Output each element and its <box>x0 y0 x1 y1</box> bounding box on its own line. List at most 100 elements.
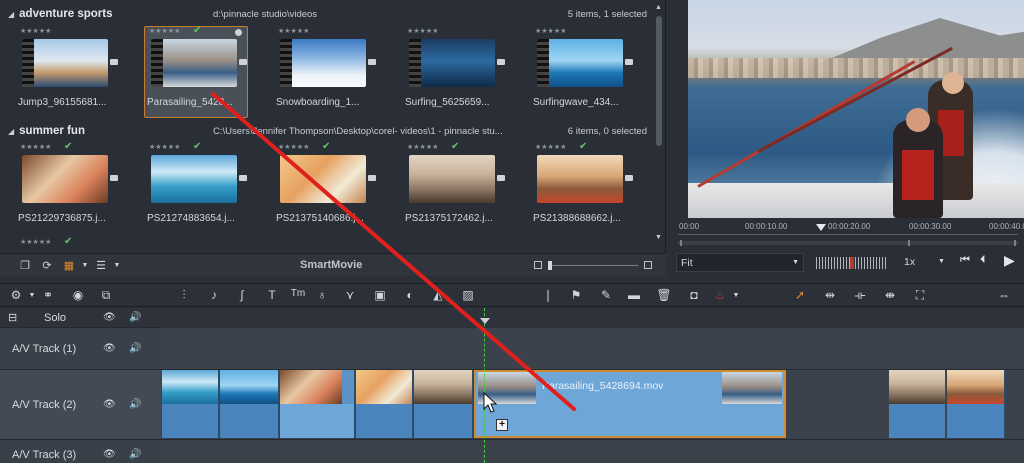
rating-stars[interactable]: ★★★★★ <box>20 143 51 151</box>
timeline-clip[interactable] <box>356 370 413 438</box>
scroll-down-icon[interactable]: ▼ <box>655 234 662 241</box>
color-icon[interactable]: ◐ <box>402 288 418 302</box>
speaker-icon[interactable]: 🔊 <box>129 399 141 410</box>
list-view-icon[interactable]: ☰ <box>90 255 112 275</box>
collapse-triangle-icon[interactable]: ◢ <box>8 127 14 136</box>
timeline-clip[interactable] <box>162 370 219 438</box>
library-clip[interactable]: ★★★★★ ✔ PS21274883654.j... <box>145 141 249 238</box>
trash-icon[interactable]: 🗑 <box>656 288 672 302</box>
timeline-clip[interactable] <box>220 370 279 438</box>
track-header-av1[interactable]: A/V Track (1) 👁 🔊 <box>0 328 161 370</box>
speaker-icon[interactable]: 🔊 <box>129 449 141 460</box>
library-clip[interactable]: ★★★★★ Snowboarding_1... <box>274 27 378 122</box>
clip-effects-icon[interactable]: ▣ <box>372 288 388 302</box>
flag-icon[interactable]: ⚑ <box>568 288 584 302</box>
timeline-clip[interactable] <box>947 370 1005 438</box>
marker-icon[interactable]: ❘ <box>540 288 556 302</box>
slider-track[interactable] <box>548 265 638 266</box>
eye-icon[interactable]: 👁 <box>103 312 116 323</box>
playhead-handle-icon[interactable] <box>480 318 490 324</box>
playback-speed[interactable]: 1x <box>904 256 915 268</box>
chevron-down-icon[interactable]: ▼ <box>80 255 90 275</box>
audio-levels-icon[interactable]: ⫶ <box>176 288 192 303</box>
thumbnail-size-slider[interactable] <box>534 260 654 270</box>
library-clip[interactable]: ★★★★★ Surfingwave_434... <box>531 27 635 122</box>
timeline-ruler[interactable] <box>161 308 1024 328</box>
step-back-icon[interactable]: ⏴ <box>980 254 986 267</box>
info-icon[interactable] <box>235 29 242 36</box>
score-icon[interactable]: ∫ <box>234 288 250 302</box>
scrollbar-thumb[interactable] <box>656 16 662 146</box>
jog-shuttle[interactable] <box>816 257 888 269</box>
play-icon[interactable]: ▶ <box>1004 252 1015 269</box>
title-icon[interactable]: T <box>264 288 280 302</box>
camera-icon[interactable]: ◘ <box>686 288 702 302</box>
edit-icon[interactable]: ✎ <box>598 288 614 302</box>
rating-stars[interactable]: ★★★★★ <box>535 143 566 151</box>
library-clip-selected[interactable]: ★★★★★ ✔ Parasailing_5428... <box>144 25 248 118</box>
settings-icon[interactable]: ⚙ <box>8 288 24 302</box>
split-icon[interactable]: ⋎ <box>342 288 358 302</box>
rating-stars[interactable]: ★★★★★ <box>407 143 438 151</box>
bin-header-summer-fun[interactable]: ◢ summer fun C:\Users\Jennifer Thompson\… <box>8 122 651 140</box>
link-icon[interactable]: ⚭ <box>40 288 56 302</box>
rating-stars[interactable]: ★★★★★ <box>407 27 438 35</box>
storyboard-icon[interactable]: ⧉ <box>98 288 114 303</box>
rating-stars[interactable]: ★★★★★ <box>278 143 309 151</box>
fullscreen-icon[interactable]: ⛶ <box>912 288 928 303</box>
library-clip[interactable]: ★★★★★ ✔ PS21229736875.j... <box>16 141 120 238</box>
library-clip[interactable]: ★★★★★ Jump3_96155681... <box>16 27 120 122</box>
trim-icon[interactable]: ⇹ <box>822 288 838 302</box>
track-header-av3[interactable]: A/V Track (3) 👁 🔊 <box>0 440 161 463</box>
sync-icon[interactable]: ⟳ <box>36 255 58 275</box>
record-icon[interactable]: ♨ <box>712 288 728 302</box>
pan-zoom-icon[interactable]: ◭ <box>430 288 446 302</box>
track-lane-av3[interactable] <box>161 440 1024 463</box>
rating-stars[interactable]: ★★★★★ <box>278 27 309 35</box>
grid-view-icon[interactable]: ▦ <box>58 255 80 275</box>
mark-in-icon[interactable] <box>680 240 682 246</box>
rating-stars[interactable]: ★★★★★ <box>149 143 180 151</box>
library-clip[interactable]: ★★★★★ ✔ PS21375172462.j... <box>403 141 507 238</box>
bin-header-adventure-sports[interactable]: ◢ adventure sports d:\pinnacle studio\vi… <box>8 5 651 23</box>
scroll-up-icon[interactable]: ▲ <box>655 4 662 11</box>
marker-icon[interactable] <box>908 240 910 246</box>
slip-icon[interactable]: ⇼ <box>882 288 898 302</box>
timeline-playhead[interactable] <box>484 308 486 463</box>
rating-stars[interactable]: ★★★★★ <box>149 27 180 35</box>
rating-stars[interactable]: ★★★★★ <box>20 238 51 246</box>
disc-icon[interactable]: ◉ <box>70 288 86 302</box>
library-clip[interactable]: ★★★★★ ✔ PS21375140686.j... <box>274 141 378 238</box>
timeline-clip-parasailing[interactable]: Parasailing_5428694.mov <box>474 370 786 438</box>
library-scrollbar[interactable]: ▲ ▼ <box>655 4 663 244</box>
eye-icon[interactable]: 👁 <box>103 449 116 460</box>
rating-stars[interactable]: ★★★★★ <box>535 27 566 35</box>
image-icon[interactable]: ▨ <box>460 288 476 302</box>
zoom-timeline-icon[interactable]: ⇔ <box>996 288 1012 302</box>
slider-knob[interactable] <box>548 261 552 270</box>
eye-icon[interactable]: 👁 <box>103 343 116 354</box>
scrubber-icon[interactable] <box>816 224 826 231</box>
library-clip[interactable]: ★★★★★ ✔ PS21388688662.j... <box>531 141 635 238</box>
track-lane-av1[interactable] <box>161 328 1024 370</box>
speaker-icon[interactable]: 🔊 <box>129 312 141 323</box>
track-header-solo[interactable]: ⊟ Solo 👁 🔊 <box>0 308 161 328</box>
voiceover-icon[interactable]: ♁ <box>314 288 330 302</box>
chevron-down-icon[interactable]: ▼ <box>24 292 40 299</box>
collapse-triangle-icon[interactable]: ◢ <box>8 10 14 19</box>
music-icon[interactable]: ♪ <box>206 288 222 302</box>
library-clip-partial[interactable]: ★★★★★ ✔ <box>16 236 120 252</box>
rating-stars[interactable]: ★★★★★ <box>20 27 51 35</box>
pointer-icon[interactable]: ➚ <box>792 288 808 302</box>
motion-title-icon[interactable]: Tm <box>290 288 306 299</box>
mark-out-icon[interactable] <box>1014 240 1016 246</box>
small-size-icon[interactable] <box>534 261 542 269</box>
track-header-av2[interactable]: A/V Track (2) 👁 🔊 <box>0 370 161 440</box>
chevron-down-icon[interactable]: ▼ <box>728 292 744 299</box>
copy-icon[interactable]: ❐ <box>14 255 36 275</box>
library-clip[interactable]: ★★★★★ Surfing_5625659... <box>403 27 507 122</box>
timeline-clip[interactable] <box>414 370 473 438</box>
zoom-fit-select[interactable]: Fit ▼ <box>676 253 804 272</box>
timeline-clip[interactable] <box>280 370 355 438</box>
timeline-clip[interactable] <box>889 370 946 438</box>
